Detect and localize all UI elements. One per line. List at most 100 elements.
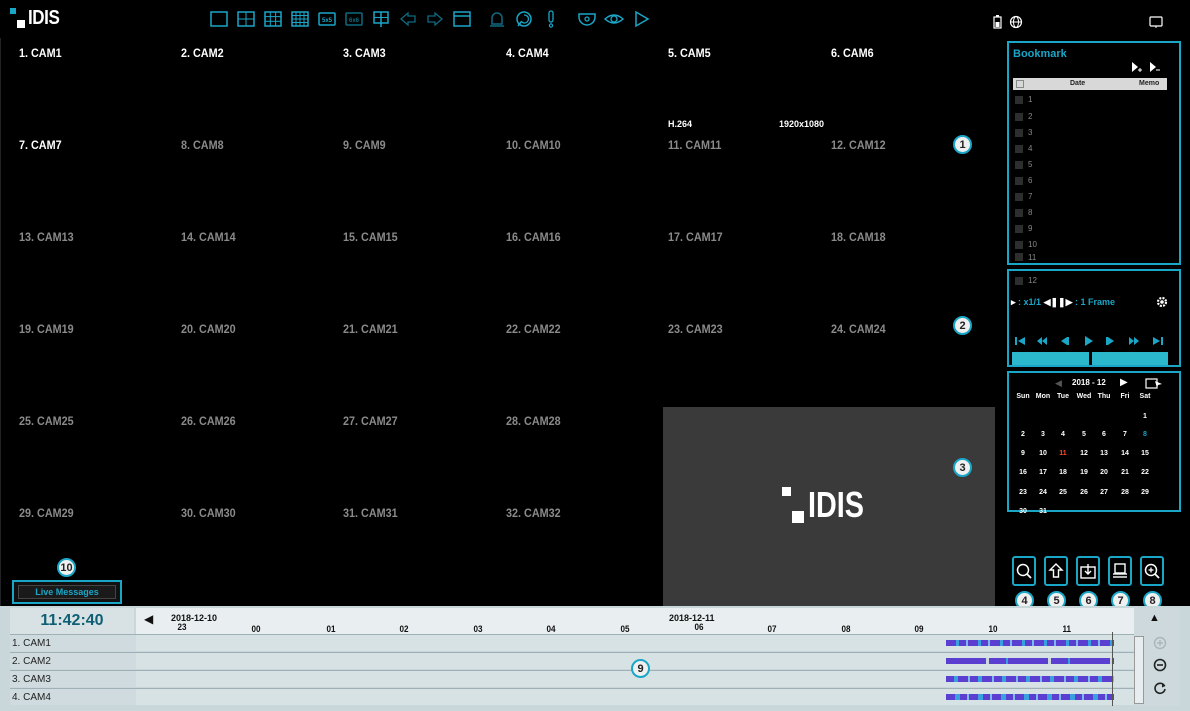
camera-tile-label[interactable]: 5. CAM5: [668, 46, 711, 60]
calendar-day[interactable]: 7: [1115, 431, 1135, 438]
calendar-day[interactable]: 3: [1033, 431, 1053, 438]
calendar-day[interactable]: 27: [1094, 489, 1114, 496]
bookmark-row[interactable]: 4: [1015, 141, 1165, 156]
camera-tile-label[interactable]: 27. CAM27: [343, 414, 398, 428]
previous-group-icon[interactable]: [397, 8, 419, 30]
globe-icon[interactable]: [1008, 14, 1024, 30]
row-checkbox[interactable]: [1015, 208, 1023, 217]
go-to-first-icon[interactable]: [1014, 334, 1026, 346]
calendar-day[interactable]: 2: [1013, 431, 1033, 438]
camera-tile-label[interactable]: 24. CAM24: [831, 322, 886, 336]
calendar-day[interactable]: 16: [1013, 469, 1033, 476]
add-bookmark-icon[interactable]: [1130, 60, 1142, 72]
calendar-day[interactable]: 18: [1053, 469, 1073, 476]
playback-cursor[interactable]: [1112, 632, 1113, 706]
calendar-day[interactable]: 4: [1053, 431, 1073, 438]
camera-tile-label[interactable]: 23. CAM23: [668, 322, 723, 336]
calendar-day[interactable]: 13: [1094, 450, 1114, 457]
print-button[interactable]: [1108, 556, 1132, 586]
layout-3x3-icon[interactable]: [262, 8, 284, 30]
camera-tile-label[interactable]: 14. CAM14: [181, 230, 236, 244]
export-button[interactable]: [1044, 556, 1068, 586]
camera-tile-label[interactable]: 29. CAM29: [19, 506, 74, 520]
bookmark-row[interactable]: 7: [1015, 189, 1165, 204]
sequence-layout-icon[interactable]: [370, 8, 392, 30]
camera-tile-label[interactable]: 2. CAM2: [181, 46, 224, 60]
calendar-day[interactable]: 23: [1013, 489, 1033, 496]
playback-speed-slider[interactable]: [1012, 352, 1168, 365]
calendar-day[interactable]: 21: [1115, 469, 1135, 476]
camera-tile-label[interactable]: 7. CAM7: [19, 138, 62, 152]
bookmark-row[interactable]: 3: [1015, 125, 1165, 140]
camera-tile-label[interactable]: 11. CAM11: [668, 138, 721, 152]
bookmark-row[interactable]: 12: [1015, 273, 1165, 288]
camera-tile-label[interactable]: 31. CAM31: [343, 506, 398, 520]
camera-tile-label[interactable]: 13. CAM13: [19, 230, 74, 244]
row-checkbox[interactable]: [1015, 95, 1023, 104]
prev-month-icon[interactable]: ◀: [1055, 378, 1062, 389]
camera-tile-label[interactable]: 22. CAM22: [506, 322, 561, 336]
row-checkbox[interactable]: [1015, 176, 1023, 185]
bookmark-row[interactable]: 6: [1015, 173, 1165, 188]
calendar-day[interactable]: 1: [1135, 413, 1155, 420]
camera-tile-label[interactable]: 25. CAM25: [19, 414, 74, 428]
timeline-prev-icon[interactable]: ◀: [144, 612, 153, 626]
playback-icon[interactable]: [513, 8, 535, 30]
camera-tile-label[interactable]: 10. CAM10: [506, 138, 561, 152]
row-checkbox[interactable]: [1015, 160, 1023, 169]
play-button-icon[interactable]: [1082, 334, 1094, 346]
fast-rewind-icon[interactable]: [1036, 334, 1048, 346]
bookmark-row[interactable]: 1: [1015, 92, 1165, 107]
layout-6x6-icon[interactable]: 6x6: [343, 8, 365, 30]
camera-tile-label[interactable]: 1. CAM1: [19, 46, 62, 60]
calendar-day[interactable]: 30: [1013, 508, 1033, 515]
calendar-day[interactable]: 8: [1135, 431, 1155, 438]
next-month-icon[interactable]: ▶: [1120, 377, 1128, 388]
row-checkbox[interactable]: [1015, 144, 1023, 153]
calendar-day[interactable]: 25: [1053, 489, 1073, 496]
row-checkbox[interactable]: [1015, 192, 1023, 201]
camera-tile-label[interactable]: 20. CAM20: [181, 322, 236, 336]
camera-tile-label[interactable]: 15. CAM15: [343, 230, 398, 244]
layout-1x1-icon[interactable]: [208, 8, 230, 30]
row-checkbox[interactable]: [1015, 276, 1023, 285]
bookmark-row[interactable]: 9: [1015, 221, 1165, 236]
row-checkbox[interactable]: [1015, 253, 1023, 261]
layout-5x5-icon[interactable]: 5x5: [316, 8, 338, 30]
camera-tile-label[interactable]: 30. CAM30: [181, 506, 236, 520]
timeline-ruler[interactable]: [136, 608, 1134, 634]
calendar-day[interactable]: 6: [1094, 431, 1114, 438]
zoom-out-timeline-icon[interactable]: [1153, 658, 1167, 672]
calendar-day[interactable]: 19: [1074, 469, 1094, 476]
calendar-day[interactable]: 9: [1013, 450, 1033, 457]
select-all-checkbox[interactable]: [1016, 80, 1024, 88]
camera-tile-label[interactable]: 9. CAM9: [343, 138, 386, 152]
camera-tile-label[interactable]: 4. CAM4: [506, 46, 549, 60]
calendar-go-icon[interactable]: [1145, 376, 1163, 389]
timeline-scrollbar[interactable]: [1134, 636, 1144, 704]
calendar-day[interactable]: 12: [1074, 450, 1094, 457]
event-icon[interactable]: [540, 8, 562, 30]
bookmark-row[interactable]: 11: [1015, 252, 1165, 262]
camera-tile-label[interactable]: 6. CAM6: [831, 46, 874, 60]
calendar-day[interactable]: 22: [1135, 469, 1155, 476]
row-checkbox[interactable]: [1015, 112, 1023, 121]
live-messages-button[interactable]: Live Messages: [12, 580, 122, 604]
calendar-day[interactable]: 31: [1033, 508, 1053, 515]
row-checkbox[interactable]: [1015, 240, 1023, 249]
go-to-last-icon[interactable]: [1152, 334, 1164, 346]
camera-tile-label[interactable]: 17. CAM17: [668, 230, 723, 244]
zoom-button[interactable]: [1140, 556, 1164, 586]
calendar-day[interactable]: 15: [1135, 450, 1155, 457]
camera-tile-label[interactable]: 16. CAM16: [506, 230, 561, 244]
layout-2x2-icon[interactable]: [235, 8, 257, 30]
eye-view-icon[interactable]: [603, 8, 625, 30]
clip-copy-button[interactable]: [1076, 556, 1100, 586]
bookmark-row[interactable]: 2: [1015, 109, 1165, 124]
zoom-in-timeline-icon[interactable]: [1153, 636, 1167, 650]
camera-tile-label[interactable]: 26. CAM26: [181, 414, 236, 428]
window-icon[interactable]: [1148, 14, 1164, 30]
calendar-day[interactable]: 26: [1074, 489, 1094, 496]
camera-tile-label[interactable]: 18. CAM18: [831, 230, 886, 244]
camera-tile-label[interactable]: 21. CAM21: [343, 322, 398, 336]
